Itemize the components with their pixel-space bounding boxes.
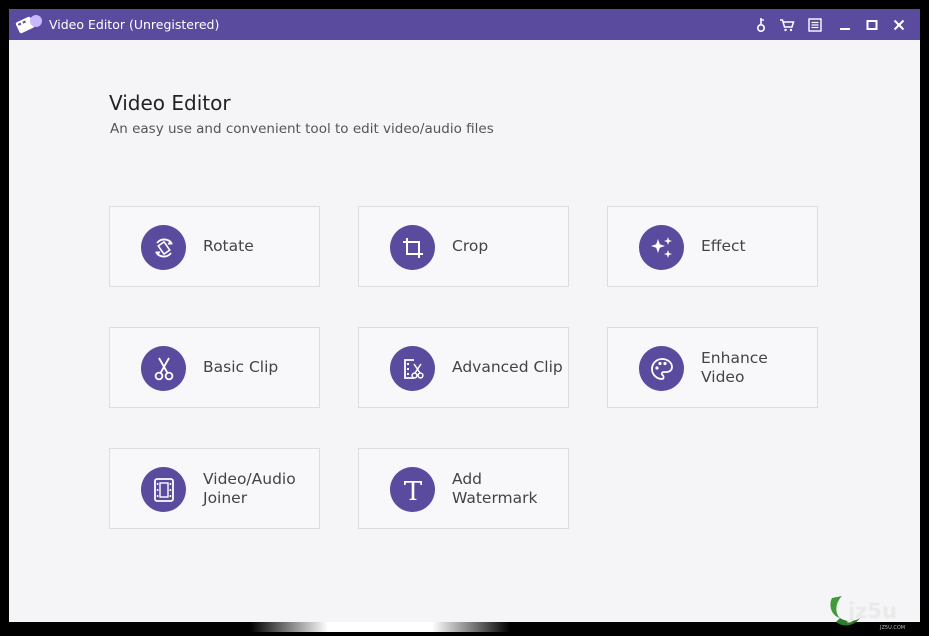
tool-label: Effect	[701, 237, 746, 255]
tool-card-effect[interactable]: Effect	[607, 206, 818, 287]
tool-card-add-watermark[interactable]: Add Watermark	[358, 448, 569, 529]
tool-label: Enhance Video	[701, 348, 768, 386]
minimize-icon[interactable]	[836, 16, 854, 34]
tool-card-crop[interactable]: Crop	[358, 206, 569, 287]
watermark-text: jz5u	[847, 599, 897, 623]
tool-card-basic-clip[interactable]: Basic Clip	[109, 327, 320, 408]
close-icon[interactable]	[890, 16, 908, 34]
text-t-icon	[390, 467, 435, 512]
feedback-icon[interactable]	[806, 16, 824, 34]
tool-label: Video/Audio Joiner	[203, 469, 296, 507]
scissors-icon	[141, 346, 186, 391]
window-title: Video Editor (Unregistered)	[49, 17, 220, 32]
app-logo-icon	[15, 15, 42, 34]
tool-card-enhance-video[interactable]: Enhance Video	[607, 327, 818, 408]
film-scissors-icon	[390, 346, 435, 391]
tool-label: Basic Clip	[203, 358, 279, 376]
cart-icon[interactable]	[778, 16, 796, 34]
tool-label: Add Watermark	[452, 469, 538, 507]
background-glow	[250, 622, 510, 632]
app-window: Video Editor (Unregistered) Video Editor…	[9, 9, 920, 622]
site-watermark: jz5u JZ5U.COM	[826, 592, 922, 632]
tool-card-rotate[interactable]: Rotate	[109, 206, 320, 287]
palette-icon	[639, 346, 684, 391]
tool-label: Crop	[452, 237, 489, 255]
tool-label: Rotate	[203, 237, 254, 255]
maximize-icon[interactable]	[863, 16, 881, 34]
tool-card-advanced-clip[interactable]: Advanced Clip	[358, 327, 569, 408]
rotate-icon	[141, 225, 186, 270]
sparkle-icon	[639, 225, 684, 270]
key-icon[interactable]	[753, 16, 771, 34]
tool-label: Advanced Clip	[452, 358, 563, 376]
film-icon	[141, 467, 186, 512]
watermark-logo-icon: jz5u JZ5U.COM	[830, 596, 905, 631]
title-bar[interactable]: Video Editor (Unregistered)	[9, 9, 920, 40]
page-subtitle: An easy use and convenient tool to edit …	[110, 121, 494, 137]
tool-card-video-audio-joiner[interactable]: Video/Audio Joiner	[109, 448, 320, 529]
page-title: Video Editor	[109, 91, 231, 115]
crop-icon	[390, 225, 435, 270]
watermark-subtext: JZ5U.COM	[879, 625, 905, 631]
